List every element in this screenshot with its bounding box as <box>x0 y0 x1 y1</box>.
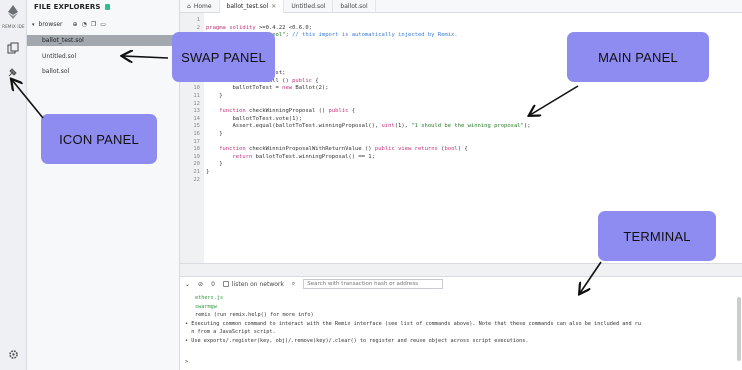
icon-panel: REMIX IDE <box>0 0 27 370</box>
line-number: 1 <box>196 17 200 23</box>
plugin-icon[interactable] <box>5 64 21 80</box>
tab-label: Home <box>193 2 212 10</box>
tab-ballot-test[interactable]: ballot_test.sol ✕ <box>219 0 285 13</box>
terminal: ⌄ ⊘ 0 listen on network ⌕ ethers.js swarm… <box>180 276 742 370</box>
tab-label: Untitled.sol <box>291 2 326 10</box>
line-number: 20 <box>193 161 200 168</box>
callout-icon-panel: ICON PANEL <box>41 114 157 164</box>
callout-main-panel: MAIN PANEL <box>567 32 709 82</box>
line-number: 22 <box>193 176 200 183</box>
line-number: 13 <box>193 108 200 115</box>
line-number: 10 <box>193 85 200 92</box>
tab-home[interactable]: ⌂ Home <box>180 0 220 13</box>
line-number: 15 <box>193 123 200 130</box>
callout-swap-panel: SWAP PANEL <box>172 32 275 82</box>
terminal-line: remix (run remix.help() for more info) <box>195 312 314 318</box>
settings-icon[interactable] <box>5 346 21 362</box>
new-file-icon[interactable]: ⊕ <box>73 21 78 28</box>
copy-icon[interactable]: ❐ <box>91 21 96 28</box>
clear-icon[interactable]: ⊘ <box>198 281 203 288</box>
terminal-line: • Executing common command to interact w… <box>185 320 641 327</box>
search-icon: ⌕ <box>291 280 296 287</box>
tab-ballot[interactable]: ballot.sol <box>333 0 376 13</box>
file-explorers-header: FILE EXPLORERS <box>34 3 110 11</box>
code-line: pragma solidity >=0.4.22 <0.6.0; <box>206 24 312 31</box>
caret-down-icon: ▾ <box>32 21 35 28</box>
terminal-search-input[interactable] <box>303 279 444 289</box>
line-number: 21 <box>193 169 200 175</box>
ethereum-logo-icon[interactable] <box>5 4 21 20</box>
line-number: 16 <box>193 131 200 137</box>
tab-label: ballot_test.sol <box>226 2 269 10</box>
file-item[interactable]: ballot_test.sol <box>27 35 180 46</box>
terminal-line: • Use exports/.register(key, obj)/.remov… <box>185 337 529 344</box>
pending-count: 0 <box>211 280 215 288</box>
code-line: function checkWinninProposalWithReturnVa… <box>219 146 468 153</box>
logo-text: REMIX IDE <box>2 24 25 29</box>
terminal-line: n from a JavaScript script. <box>185 329 276 335</box>
line-number: 11 <box>193 93 200 99</box>
terminal-line: swarmgw <box>195 303 217 310</box>
code-line: } <box>206 93 223 99</box>
tab-label: ballot.sol <box>340 2 368 10</box>
code-line: ballotToTest = new Ballot(2); <box>206 85 329 92</box>
file-explorer-icon[interactable] <box>5 40 21 56</box>
close-icon[interactable]: ✕ <box>271 0 276 13</box>
callout-terminal: TERMINAL <box>598 211 716 261</box>
folder-icon[interactable]: ▭ <box>100 21 106 28</box>
line-number: 2 <box>196 24 200 31</box>
terminal-scrollbar[interactable] <box>737 297 741 361</box>
terminal-resize-bar[interactable] <box>180 263 742 276</box>
swap-panel: FILE EXPLORERS ▾ browser ⊕ ◔ ❐ ▭ ballot_… <box>27 0 180 370</box>
github-icon[interactable]: ◔ <box>82 21 87 28</box>
code-line: } <box>206 169 210 175</box>
folder-label: browser <box>38 21 63 28</box>
code-line: ballotToTest.vote(1); <box>206 115 303 122</box>
file-item[interactable]: Untitled.sol <box>27 51 180 62</box>
line-number: 17 <box>193 138 200 145</box>
browser-folder-row[interactable]: ▾ browser ⊕ ◔ ❐ ▭ <box>32 20 106 29</box>
editor-tabs: ⌂ Home ballot_test.sol ✕ Untitled.sol ba… <box>180 0 742 13</box>
line-number: 14 <box>193 115 200 122</box>
code-line: } <box>206 131 223 137</box>
line-number: 12 <box>193 100 200 107</box>
listen-label: listen on network <box>231 280 284 288</box>
home-icon: ⌂ <box>187 2 191 10</box>
code-line: Assert.equal(ballotToTest.winningProposa… <box>206 123 531 130</box>
terminal-prompt[interactable]: > <box>185 359 188 365</box>
terminal-line: ethers.js <box>195 295 224 301</box>
panel-title: FILE EXPLORERS <box>34 3 101 11</box>
file-item[interactable]: ballot.sol <box>27 66 180 77</box>
chevron-down-icon[interactable]: ⌄ <box>185 281 190 288</box>
code-line: function checkWinningProposal () public … <box>219 108 356 115</box>
code-line: return ballotToTest.winningProposal() ==… <box>232 153 375 160</box>
listen-checkbox[interactable] <box>222 281 229 287</box>
line-number: 19 <box>193 153 200 160</box>
code-line: } <box>206 161 223 168</box>
line-number: 18 <box>193 146 200 153</box>
terminal-toolbar: ⌄ ⊘ 0 listen on network ⌕ <box>180 277 742 291</box>
verified-icon <box>104 4 110 10</box>
tab-untitled[interactable]: Untitled.sol <box>284 0 334 13</box>
